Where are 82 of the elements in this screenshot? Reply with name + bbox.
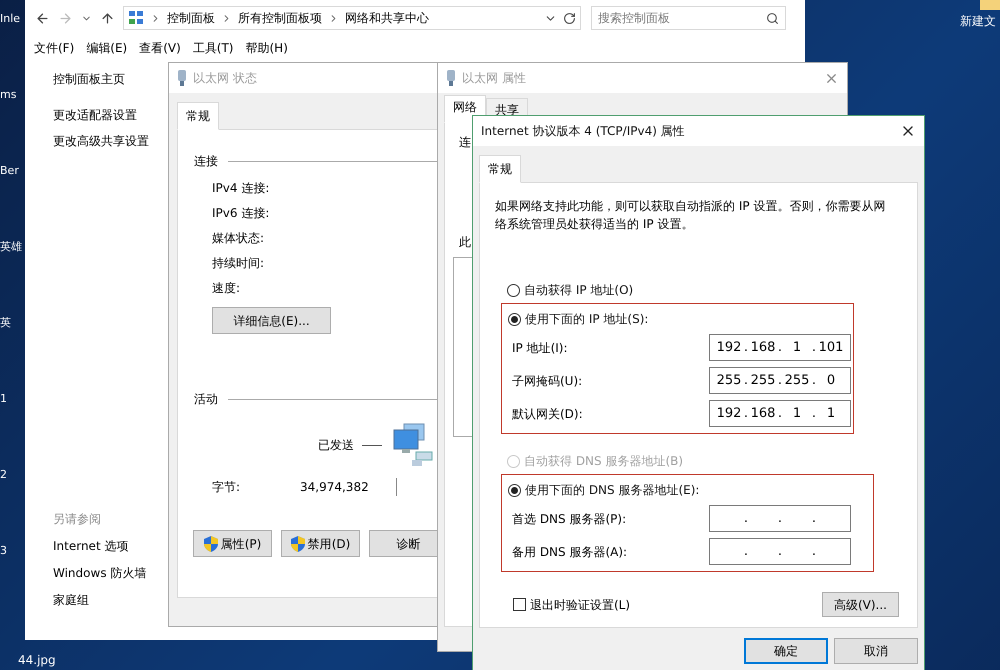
radio-label: 使用下面的 IP 地址(S): bbox=[525, 311, 648, 328]
window-title: Internet 协议版本 4 (TCP/IPv4) 属性 bbox=[481, 123, 686, 140]
desktop-icon-label[interactable]: Ber bbox=[0, 164, 25, 178]
window-title: 以太网 属性 bbox=[462, 70, 527, 87]
network-adapter-icon bbox=[177, 70, 187, 86]
partial-label: 此 bbox=[459, 234, 472, 251]
network-adapter-icon bbox=[446, 70, 456, 86]
desktop-icon-label[interactable]: Inle bbox=[0, 12, 25, 26]
section-heading: 连接 bbox=[194, 153, 218, 170]
field-label: 媒体状态: bbox=[212, 230, 266, 247]
window-title: 以太网 状态 bbox=[193, 70, 257, 87]
sidebar-link[interactable]: 更改适配器设置 bbox=[53, 106, 168, 124]
checkbox[interactable] bbox=[513, 598, 526, 611]
field-label: IPv6 连接: bbox=[212, 205, 270, 222]
dialog-button[interactable]: 取消 bbox=[834, 638, 918, 664]
menu-item[interactable]: 查看(V) bbox=[139, 39, 181, 57]
shield-icon bbox=[290, 536, 305, 552]
desktop-icon-label[interactable]: 2 bbox=[0, 468, 25, 482]
radio-label: 自动获得 IP 地址(O) bbox=[524, 282, 634, 299]
sidebar-link[interactable]: 控制面板主页 bbox=[53, 70, 168, 88]
ip-address-field[interactable]: . . . bbox=[709, 538, 851, 565]
field-label: 备用 DNS 服务器(A): bbox=[512, 544, 628, 560]
divider bbox=[362, 444, 382, 446]
desktop-icon-label[interactable]: 44.jpg bbox=[18, 652, 56, 668]
desktop-icon-label[interactable]: 3 bbox=[0, 544, 25, 558]
details-button[interactable]: 详细信息(E)... bbox=[212, 307, 331, 334]
field-label: 速度: bbox=[212, 280, 242, 297]
field-label: 子网掩码(U): bbox=[512, 372, 582, 390]
desktop-icon-label[interactable]: 1 bbox=[0, 392, 25, 406]
see-also-heading: 另请参阅 bbox=[53, 511, 102, 528]
search-icon bbox=[766, 12, 779, 24]
field-label: 首选 DNS 服务器(P): bbox=[512, 510, 626, 528]
desktop-icon-label[interactable]: 英 bbox=[0, 316, 25, 330]
radio-button[interactable] bbox=[508, 484, 521, 496]
advanced-button[interactable]: 高级(V)... bbox=[822, 592, 899, 617]
radio-label: 自动获得 DNS 服务器地址(B) bbox=[524, 453, 684, 470]
see-also-link[interactable]: Windows 防火墙 bbox=[53, 564, 168, 582]
desktop-icon-label[interactable]: 新建文 bbox=[960, 12, 996, 30]
section-heading: 活动 bbox=[194, 391, 218, 408]
tab[interactable]: 常规 bbox=[177, 102, 219, 130]
control-panel-icon bbox=[128, 10, 144, 26]
sent-label: 已发送 bbox=[318, 437, 354, 454]
divider bbox=[396, 478, 397, 496]
address-bar[interactable]: 控制面板 所有控制面板项 网络和共享中心 bbox=[123, 6, 581, 30]
sidebar-link[interactable]: 更改高级共享设置 bbox=[53, 132, 168, 150]
ip-address-field[interactable]: . . . bbox=[709, 505, 851, 532]
field-label: 默认网关(D): bbox=[512, 406, 583, 422]
back-icon[interactable] bbox=[35, 10, 50, 26]
radio-button[interactable] bbox=[508, 312, 521, 326]
refresh-icon[interactable] bbox=[563, 12, 576, 24]
dialog-button[interactable]: 属性(P) bbox=[193, 530, 272, 557]
menu-item[interactable]: 编辑(E) bbox=[86, 39, 128, 57]
desktop-icon-label[interactable]: 英雄 bbox=[0, 240, 25, 254]
up-icon[interactable] bbox=[100, 10, 115, 26]
menu-item[interactable]: 文件(F) bbox=[34, 39, 74, 57]
tab[interactable]: 常规 bbox=[479, 155, 521, 183]
ip-address-field[interactable]: 255 . 255 . 255 . 0 bbox=[709, 367, 851, 394]
menu-item[interactable]: 工具(T) bbox=[192, 39, 234, 57]
partial-label: 连 bbox=[459, 134, 472, 151]
see-also-link[interactable]: 家庭组 bbox=[53, 591, 168, 609]
bytes-value: 34,974,382 bbox=[300, 479, 370, 496]
field-label: 持续时间: bbox=[212, 255, 266, 272]
shield-icon bbox=[204, 536, 218, 552]
dialog-button[interactable]: 禁用(D) bbox=[281, 530, 360, 557]
menu-item[interactable]: 帮助(H) bbox=[246, 39, 288, 57]
dialog-button[interactable]: 确定 bbox=[744, 638, 828, 664]
see-also-link[interactable]: Internet 选项 bbox=[53, 537, 168, 555]
description-text: 如果网络支持此功能，则可以获取自动指派的 IP 设置。否则，你需要从网络系统管理员处获得适当的 IP 设置。 bbox=[495, 198, 886, 233]
field-label: 字节: bbox=[212, 479, 242, 496]
radio-button[interactable] bbox=[507, 284, 520, 296]
search-field[interactable]: 搜索控制面板 bbox=[591, 6, 786, 30]
radio-label: 使用下面的 DNS 服务器地址(E): bbox=[525, 482, 700, 499]
field-label: IP 地址(I): bbox=[512, 340, 568, 356]
breadcrumb-item[interactable]: 网络和共享中心 bbox=[345, 9, 429, 27]
checkbox-label: 退出时验证设置(L) bbox=[530, 596, 632, 614]
ip-address-field[interactable]: 192 . 168 . 1 . 1 bbox=[709, 400, 851, 427]
breadcrumb-item[interactable]: 控制面板 bbox=[167, 9, 215, 27]
ip-address-field[interactable]: 192 . 168 . 1 . 101 bbox=[709, 334, 851, 361]
tab[interactable]: 网络 bbox=[444, 95, 486, 123]
field-label: IPv4 连接: bbox=[212, 180, 270, 197]
breadcrumb-item[interactable]: 所有控制面板项 bbox=[238, 9, 322, 27]
desktop-icon-label[interactable]: ms bbox=[0, 88, 25, 102]
